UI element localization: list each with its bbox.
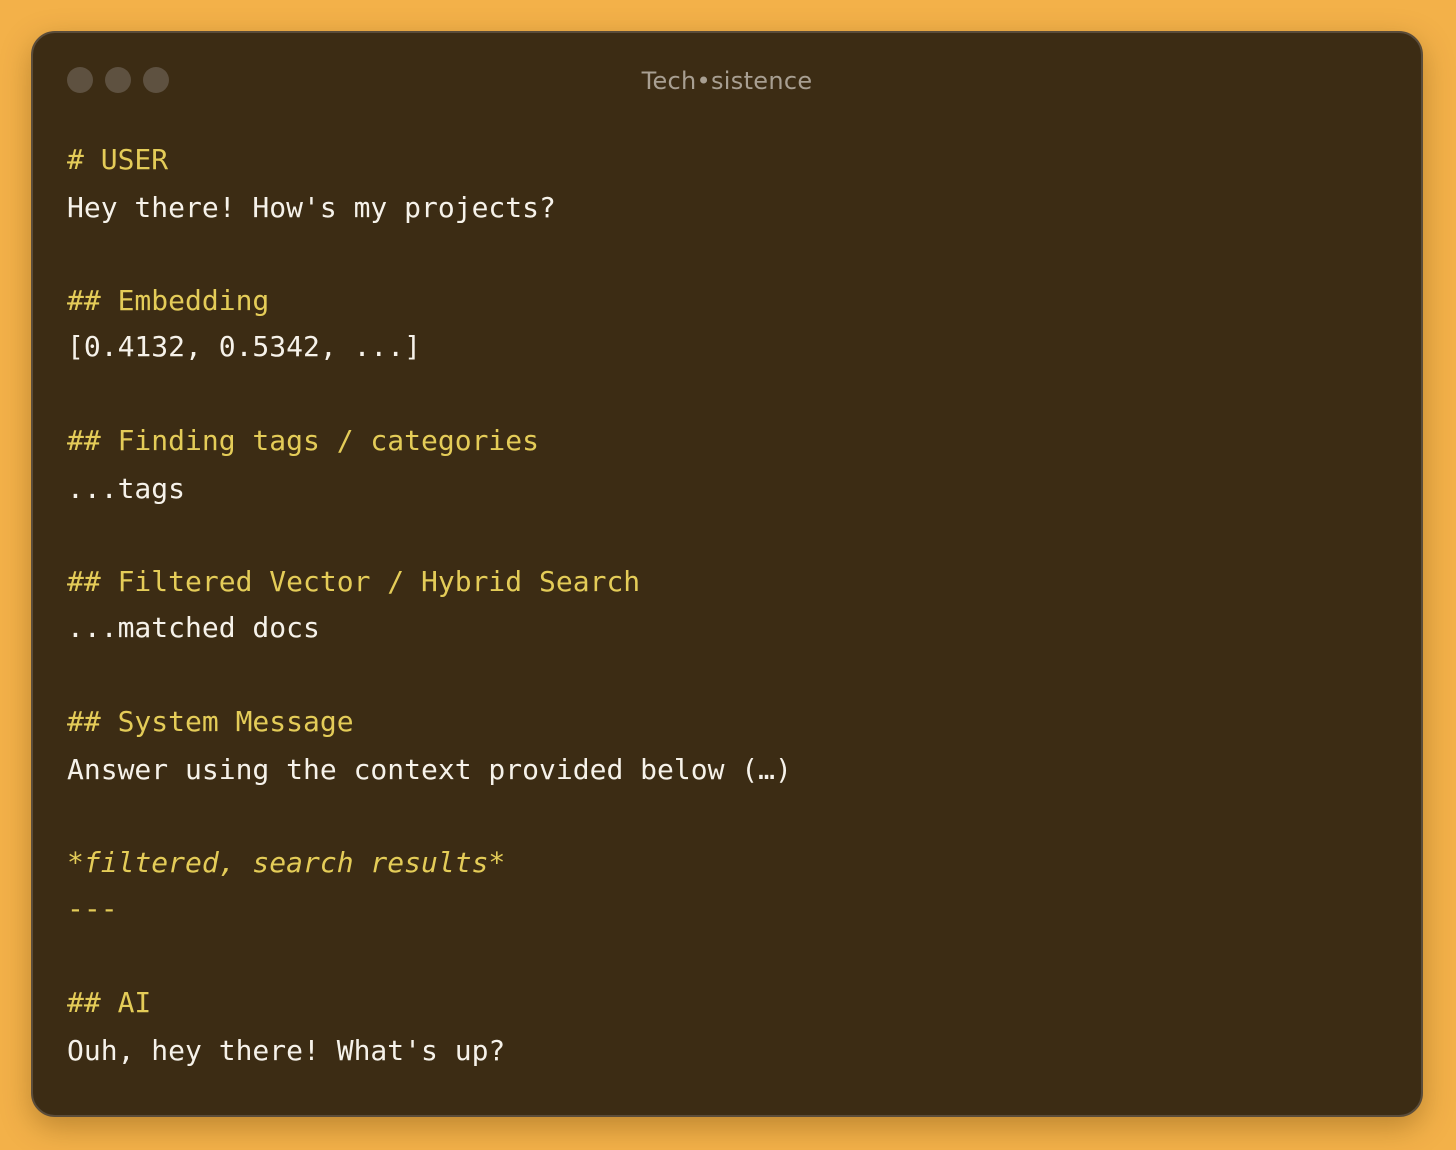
system-text: Answer using the context provided below … [67, 753, 792, 786]
user-heading: # USER [67, 143, 169, 176]
tags-text: ...tags [67, 472, 186, 505]
search-text: ...matched docs [67, 611, 320, 644]
code-content: # USER Hey there! How's my projects? ## … [67, 33, 792, 1065]
ai-heading: ## AI [67, 986, 152, 1019]
system-heading: ## System Message [67, 705, 354, 738]
user-text: Hey there! How's my projects? [67, 191, 556, 224]
ai-text: Ouh, hey there! What's up? [67, 1034, 506, 1067]
embedding-text: [0.4132, 0.5342, ...] [67, 330, 422, 363]
tags-heading: ## Finding tags / categories [67, 424, 540, 457]
filtered-results-text: *filtered, search results* [67, 846, 506, 879]
embedding-heading: ## Embedding [67, 284, 270, 317]
editor-window: Tech•sistence # USER Hey there! How's my… [31, 31, 1423, 1117]
search-heading: ## Filtered Vector / Hybrid Search [67, 565, 641, 598]
separator: --- [67, 892, 118, 925]
window-title: Tech•sistence [641, 67, 813, 95]
